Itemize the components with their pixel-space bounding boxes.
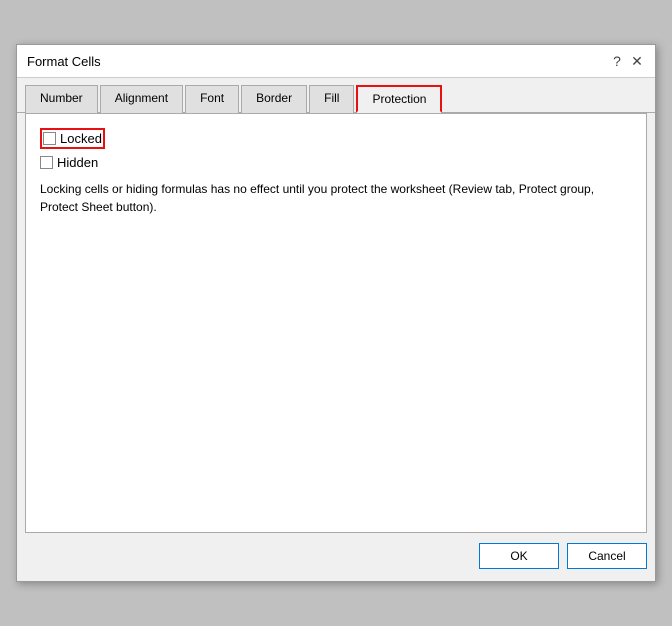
cancel-button[interactable]: Cancel bbox=[567, 543, 647, 569]
help-button[interactable]: ? bbox=[609, 53, 625, 69]
dialog-title: Format Cells bbox=[27, 54, 101, 69]
locked-checkbox-wrapper: Locked bbox=[40, 128, 105, 149]
hidden-label: Hidden bbox=[57, 155, 98, 170]
tab-protection[interactable]: Protection bbox=[356, 85, 442, 113]
locked-row: Locked bbox=[40, 128, 632, 149]
hidden-checkbox-wrapper: Hidden bbox=[40, 155, 98, 170]
title-bar: Format Cells ? ✕ bbox=[17, 45, 655, 78]
tab-fill[interactable]: Fill bbox=[309, 85, 354, 113]
hidden-row: Hidden bbox=[40, 155, 632, 170]
tab-alignment[interactable]: Alignment bbox=[100, 85, 183, 113]
locked-label: Locked bbox=[60, 131, 102, 146]
description-text: Locking cells or hiding formulas has no … bbox=[40, 180, 600, 216]
hidden-checkbox[interactable] bbox=[40, 156, 53, 169]
tabs-container: Number Alignment Font Border Fill Protec… bbox=[17, 78, 655, 113]
ok-button[interactable]: OK bbox=[479, 543, 559, 569]
tab-font[interactable]: Font bbox=[185, 85, 239, 113]
content-area: Locked Hidden Locking cells or hiding fo… bbox=[25, 113, 647, 533]
locked-checkbox[interactable] bbox=[43, 132, 56, 145]
tab-number[interactable]: Number bbox=[25, 85, 98, 113]
close-button[interactable]: ✕ bbox=[629, 53, 645, 69]
format-cells-dialog: Format Cells ? ✕ Number Alignment Font B… bbox=[16, 44, 656, 582]
tab-border[interactable]: Border bbox=[241, 85, 307, 113]
button-row: OK Cancel bbox=[17, 533, 655, 581]
title-bar-controls: ? ✕ bbox=[609, 53, 645, 69]
